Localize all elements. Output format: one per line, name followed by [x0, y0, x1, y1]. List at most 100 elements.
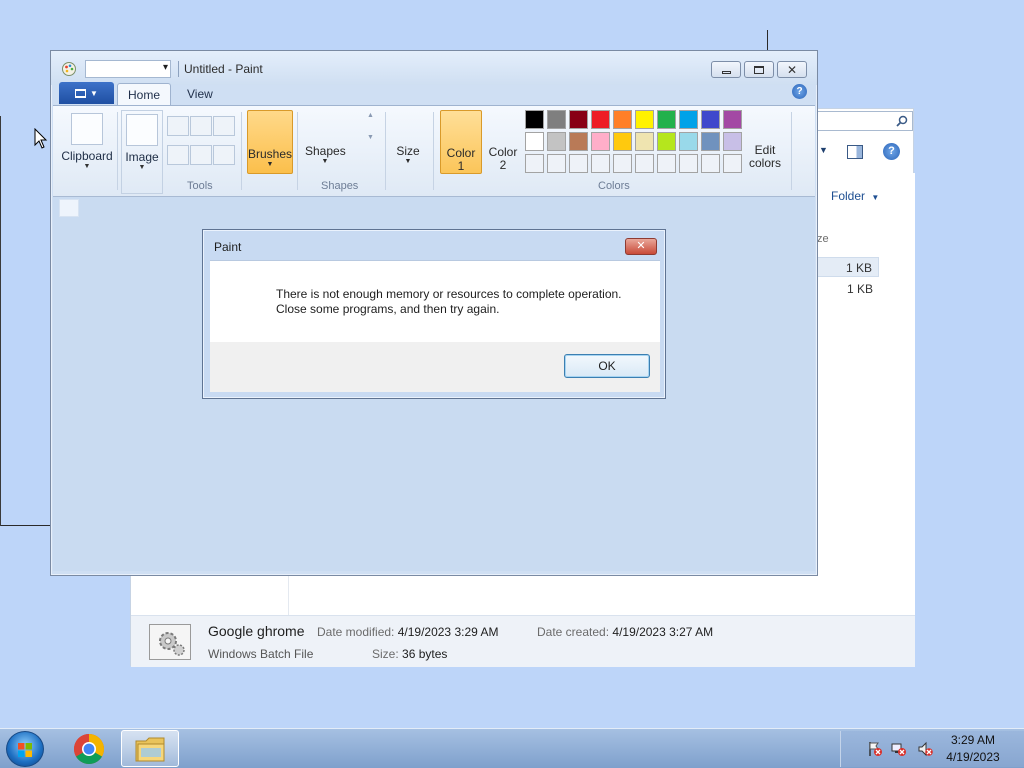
color-swatch[interactable]	[657, 132, 676, 151]
ok-button[interactable]: OK	[564, 354, 650, 378]
chevron-down-icon: ▼	[83, 163, 91, 170]
paint-title-bar[interactable]: ▾ Untitled - Paint ✕	[51, 51, 817, 85]
start-button[interactable]	[6, 731, 44, 767]
color-swatch[interactable]	[635, 132, 654, 151]
action-center-flag-icon[interactable]	[867, 741, 883, 757]
taskbar-file-explorer[interactable]	[121, 730, 179, 767]
color-1-button[interactable]: Color 1	[440, 110, 482, 174]
quick-access-toolbar[interactable]: ▾	[85, 60, 171, 78]
taskbar-chrome[interactable]	[60, 730, 118, 767]
size-label: Size:	[372, 647, 399, 661]
color-swatch[interactable]	[657, 154, 676, 173]
color-swatch[interactable]	[679, 132, 698, 151]
network-disconnected-icon[interactable]	[891, 741, 907, 757]
color-swatch[interactable]	[657, 110, 676, 129]
color-swatch[interactable]	[525, 132, 544, 151]
details-date-created: Date created: 4/19/2023 3:27 AM	[537, 625, 713, 639]
color-swatch[interactable]	[525, 154, 544, 173]
image-label: Image	[125, 150, 159, 164]
column-header-size[interactable]: ze	[817, 233, 829, 245]
customize-toolbar-dropdown-icon[interactable]: ▾	[163, 62, 168, 73]
palette-row	[525, 154, 747, 176]
preview-pane-icon[interactable]	[847, 145, 863, 159]
color-swatch[interactable]	[723, 110, 742, 129]
batch-file-icon	[149, 624, 191, 660]
image-button[interactable]: Image ▼	[121, 110, 163, 194]
color-picker-tool[interactable]	[190, 145, 212, 165]
ribbon-home: Clipboard ▼ Image ▼ Tools Brushes ▼ Shap…	[53, 105, 815, 197]
folder-view-button[interactable]: Folder ▼	[831, 189, 879, 203]
color-2-number: 2	[499, 158, 507, 172]
file-row-size[interactable]: 1 KB	[817, 279, 879, 299]
tools-grid	[167, 116, 237, 174]
color-2-button[interactable]: Color 2	[485, 110, 521, 174]
color-swatch[interactable]	[613, 110, 632, 129]
clipboard-button[interactable]: Clipboard ▼	[61, 110, 113, 194]
pencil-tool[interactable]	[167, 116, 189, 136]
close-button[interactable]: ✕	[777, 61, 807, 78]
color-swatch[interactable]	[613, 154, 632, 173]
clock-time[interactable]: 3:29 AM	[948, 733, 998, 747]
search-icon[interactable]	[896, 115, 908, 130]
shapes-button[interactable]: Shapes ▼	[305, 144, 346, 165]
error-dialog: Paint ✕ There is not enough memory or re…	[202, 229, 666, 399]
minimize-button[interactable]	[711, 61, 741, 78]
color-swatch[interactable]	[525, 110, 544, 129]
details-pane: Google ghrome Windows Batch File Date mo…	[131, 615, 915, 667]
color-swatch[interactable]	[723, 154, 742, 173]
mouse-cursor-icon	[34, 127, 48, 153]
dialog-close-button[interactable]: ✕	[625, 238, 657, 255]
details-date-modified: Date modified: 4/19/2023 3:29 AM	[317, 625, 498, 639]
brushes-button[interactable]: Brushes ▼	[247, 110, 293, 174]
color-swatch[interactable]	[701, 154, 720, 173]
ribbon-separator	[791, 112, 792, 190]
color-swatch[interactable]	[701, 110, 720, 129]
color-swatch[interactable]	[635, 110, 654, 129]
color-swatch[interactable]	[547, 132, 566, 151]
color-swatch[interactable]	[613, 132, 632, 151]
color-swatch[interactable]	[591, 132, 610, 151]
clock-date[interactable]: 4/19/2023	[944, 750, 1002, 764]
magnifier-tool[interactable]	[213, 145, 235, 165]
size-button[interactable]: Size ▼	[393, 144, 423, 165]
color-swatch[interactable]	[591, 154, 610, 173]
color-swatch[interactable]	[569, 110, 588, 129]
date-created-label: Date created:	[537, 625, 610, 639]
clipboard-icon	[71, 113, 103, 145]
paint-menu-button[interactable]: ▼	[59, 82, 114, 104]
size-value: 36 bytes	[402, 647, 448, 661]
color-swatch[interactable]	[679, 154, 698, 173]
help-icon[interactable]: ?	[883, 143, 900, 160]
volume-muted-icon[interactable]	[917, 741, 933, 757]
chevron-down-icon: ▼	[266, 161, 274, 168]
tab-view[interactable]: View	[177, 83, 223, 105]
color-swatch[interactable]	[723, 132, 742, 151]
date-modified-label: Date modified:	[317, 625, 395, 639]
color-swatch[interactable]	[635, 154, 654, 173]
paint-logo-icon	[61, 61, 77, 77]
color-swatch[interactable]	[591, 110, 610, 129]
maximize-button[interactable]	[744, 61, 774, 78]
windows-logo-icon	[17, 742, 33, 758]
view-options-chevron-icon[interactable]: ▼	[819, 145, 828, 155]
dialog-message-line-1: There is not enough memory or resources …	[276, 287, 622, 301]
shapes-scroll-down-icon[interactable]: ▼	[367, 134, 374, 141]
fill-tool[interactable]	[190, 116, 212, 136]
tab-home[interactable]: Home	[117, 83, 172, 105]
color-swatch[interactable]	[547, 110, 566, 129]
dialog-message: There is not enough memory or resources …	[276, 287, 622, 317]
color-swatch[interactable]	[701, 132, 720, 151]
eraser-tool[interactable]	[167, 145, 189, 165]
text-tool[interactable]	[213, 116, 235, 136]
color-swatch[interactable]	[569, 154, 588, 173]
help-button[interactable]: ?	[792, 84, 807, 99]
explorer-search-box[interactable]	[807, 111, 913, 131]
color-swatch[interactable]	[569, 132, 588, 151]
canvas[interactable]	[59, 199, 79, 217]
color-swatch[interactable]	[547, 154, 566, 173]
ribbon-separator	[433, 112, 434, 190]
color-swatch[interactable]	[679, 110, 698, 129]
edit-colors-button[interactable]: Edit colors	[745, 144, 785, 170]
file-row-size[interactable]: 1 KB	[817, 257, 879, 277]
shapes-scroll-up-icon[interactable]: ▲	[367, 112, 374, 119]
